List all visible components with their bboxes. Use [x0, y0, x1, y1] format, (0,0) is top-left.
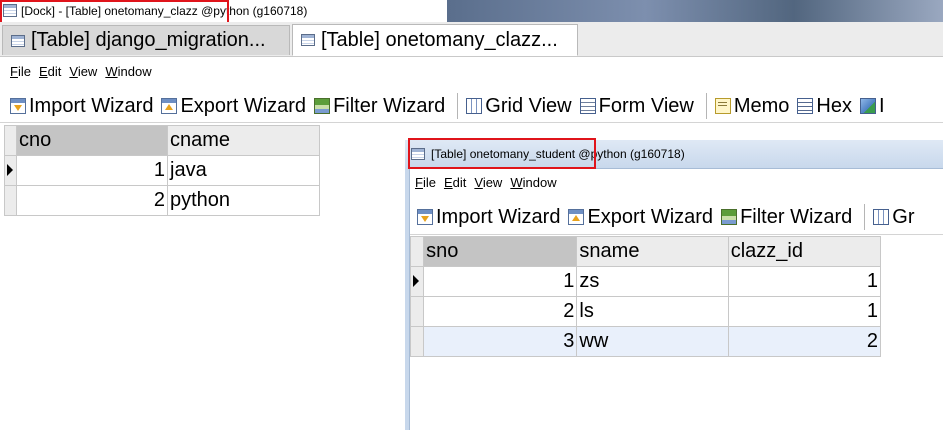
menu-edit[interactable]: Edit	[39, 64, 61, 79]
row-indicator[interactable]	[409, 296, 425, 327]
grid-corner	[409, 236, 425, 267]
menu-file[interactable]: File	[10, 64, 31, 79]
main-menu-bar: File Edit View Window	[10, 64, 152, 79]
menu-file[interactable]: File	[415, 175, 436, 190]
window-title: [Dock] - [Table] onetomany_clazz @python…	[21, 4, 308, 18]
menu-view[interactable]: View	[474, 175, 502, 190]
table-row[interactable]: 2 python	[4, 185, 320, 216]
student-data-grid: sno sname clazz_id 1 zs 1 2 ls 1 3 ww 2	[409, 236, 882, 357]
export-icon	[161, 98, 178, 114]
grid-corner	[4, 125, 17, 156]
tab-onetomany-clazz[interactable]: [Table] onetomany_clazz...	[292, 24, 578, 56]
cell-cno[interactable]: 2	[16, 185, 168, 216]
table-icon	[301, 34, 315, 46]
image-button[interactable]: I	[860, 95, 885, 118]
table-row[interactable]: 3 ww 2	[409, 326, 882, 357]
row-indicator[interactable]	[409, 326, 425, 357]
grid-view-button[interactable]: Gr	[873, 206, 915, 229]
toolbar-separator	[705, 93, 707, 119]
import-icon	[417, 209, 433, 225]
student-toolbar: Import Wizard Export Wizard Filter Wizar…	[417, 203, 923, 231]
tab-label: [Table] onetomany_clazz...	[321, 28, 558, 51]
import-wizard-button[interactable]: Import Wizard	[417, 206, 560, 229]
cell-cname[interactable]: java	[167, 155, 320, 186]
current-row-arrow-icon	[413, 275, 419, 287]
student-window-title: [Table] onetomany_student @python (g1607…	[431, 147, 685, 161]
grid-view-button[interactable]: Grid View	[466, 95, 572, 118]
app-icon	[3, 4, 17, 17]
filter-icon	[314, 98, 331, 114]
export-wizard-button[interactable]: Export Wizard	[161, 95, 306, 118]
row-indicator[interactable]	[4, 155, 17, 186]
cell-sname[interactable]: ww	[576, 326, 729, 357]
export-icon	[568, 209, 585, 225]
import-icon	[10, 98, 26, 114]
import-wizard-button[interactable]: Import Wizard	[10, 95, 153, 118]
form-view-button[interactable]: Form View	[579, 95, 694, 118]
filter-wizard-button[interactable]: Filter Wizard	[721, 206, 852, 229]
current-row-arrow-icon	[7, 164, 13, 176]
desktop-background-strip	[447, 0, 943, 22]
filter-icon	[721, 209, 738, 225]
grid-icon	[466, 98, 483, 114]
tab-django-migration[interactable]: [Table] django_migration...	[2, 25, 290, 55]
export-wizard-button[interactable]: Export Wizard	[568, 206, 713, 229]
document-tab-strip: [Table] django_migration... [Table] onet…	[0, 22, 943, 57]
filter-wizard-button[interactable]: Filter Wizard	[314, 95, 445, 118]
main-toolbar: Import Wizard Export Wizard Filter Wizar…	[10, 92, 893, 120]
student-table-window: [Table] onetomany_student @python (g1607…	[405, 140, 943, 430]
column-header-sno[interactable]: sno	[423, 236, 578, 267]
table-row[interactable]: 2 ls 1	[409, 296, 882, 327]
cell-sname[interactable]: zs	[576, 266, 729, 297]
grid-icon	[873, 209, 890, 225]
toolbar-divider	[0, 122, 943, 123]
row-indicator[interactable]	[4, 185, 17, 216]
memo-button[interactable]: Memo	[714, 95, 789, 118]
cell-clazz-id[interactable]: 1	[727, 296, 882, 327]
cell-sname[interactable]: ls	[576, 296, 729, 327]
form-icon	[579, 98, 596, 114]
table-icon	[11, 34, 25, 47]
row-indicator[interactable]	[409, 266, 425, 297]
cell-sno[interactable]: 1	[423, 266, 578, 297]
toolbar-separator	[864, 204, 866, 230]
toolbar-separator	[457, 93, 459, 119]
tab-label: [Table] django_migration...	[31, 29, 266, 51]
student-window-titlebar[interactable]: [Table] onetomany_student @python (g1607…	[405, 140, 943, 169]
toolbar-divider	[410, 234, 943, 235]
student-menu-bar: File Edit View Window	[415, 175, 557, 190]
hex-button[interactable]: Hex	[797, 95, 852, 118]
table-row[interactable]: 1 java	[4, 155, 320, 186]
cell-cname[interactable]: python	[167, 185, 320, 216]
title-bar: [Dock] - [Table] onetomany_clazz @python…	[0, 0, 943, 22]
cell-sno[interactable]: 2	[423, 296, 578, 327]
memo-icon	[714, 98, 731, 114]
table-row[interactable]: 1 zs 1	[409, 266, 882, 297]
menu-window[interactable]: Window	[105, 64, 151, 79]
table-icon	[411, 148, 425, 160]
menu-window[interactable]: Window	[510, 175, 556, 190]
menu-edit[interactable]: Edit	[444, 175, 466, 190]
hex-icon	[797, 98, 814, 114]
column-header-cno[interactable]: cno	[16, 125, 168, 156]
clazz-data-grid: cno cname 1 java 2 python	[4, 125, 320, 216]
cell-cno[interactable]: 1	[16, 155, 168, 186]
image-icon	[860, 98, 876, 114]
cell-clazz-id[interactable]: 1	[727, 266, 882, 297]
cell-sno[interactable]: 3	[423, 326, 578, 357]
column-header-cname[interactable]: cname	[167, 125, 320, 156]
column-header-sname[interactable]: sname	[576, 236, 729, 267]
column-header-clazz-id[interactable]: clazz_id	[727, 236, 882, 267]
menu-view[interactable]: View	[69, 64, 97, 79]
cell-clazz-id[interactable]: 2	[727, 326, 882, 357]
